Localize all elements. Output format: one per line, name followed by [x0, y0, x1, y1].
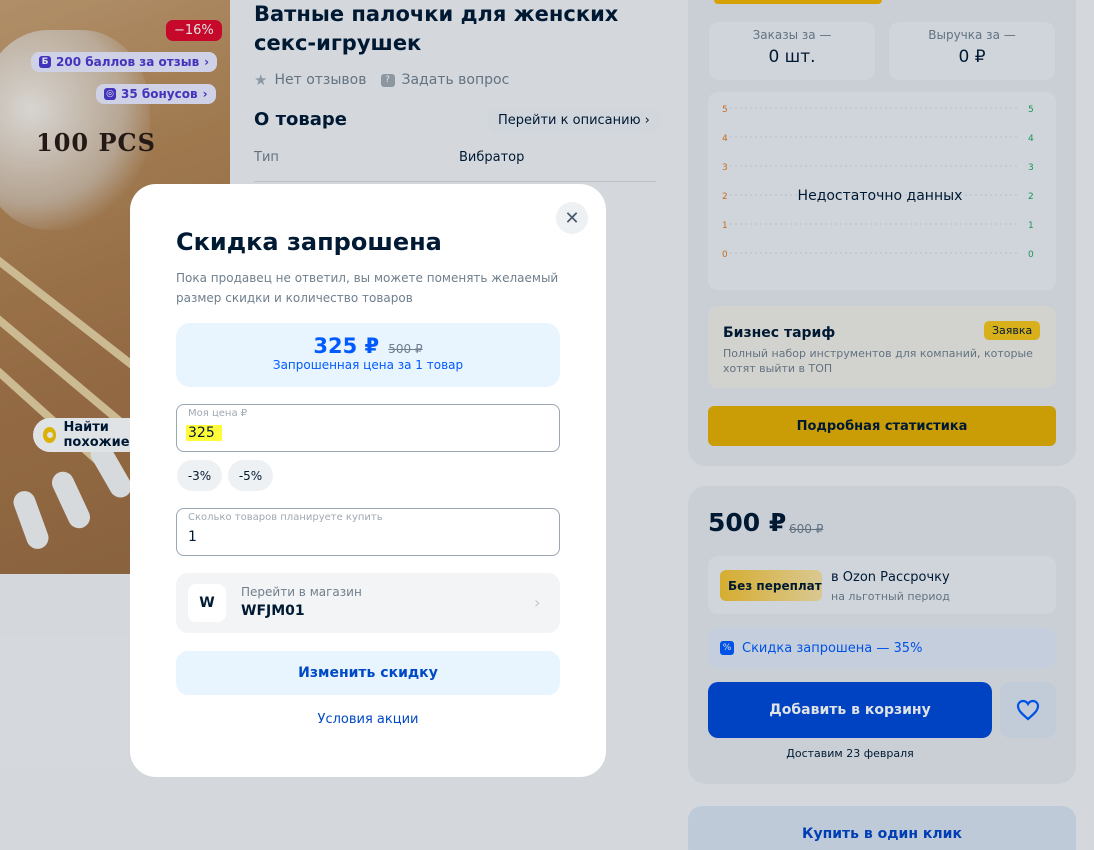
chip-minus-3[interactable]: -3%	[177, 460, 222, 491]
shop-avatar: W	[188, 584, 226, 622]
close-button[interactable]: ✕	[556, 202, 588, 234]
chevron-right-icon: ›	[534, 593, 541, 612]
chip-minus-5[interactable]: -5%	[228, 460, 273, 491]
quantity-label: Сколько товаров планируете купить	[188, 512, 383, 523]
modal-title: Скидка запрошена	[176, 228, 442, 256]
shop-row[interactable]	[176, 573, 560, 633]
original-price: 500 ₽	[388, 342, 423, 356]
my-price-value[interactable]: 325	[186, 425, 222, 441]
requested-price: 325 ₽	[313, 334, 380, 358]
shop-link-label: Перейти в магазин	[241, 585, 362, 599]
price-caption: Запрошенная цена за 1 товар	[272, 358, 464, 372]
requested-price-line: 325 ₽ 500 ₽	[176, 334, 560, 358]
my-price-field[interactable]: Моя цена ₽ 325	[176, 404, 560, 452]
terms-link[interactable]: Условия акции	[176, 712, 560, 727]
quantity-field[interactable]: Сколько товаров планируете купить 1	[176, 508, 560, 556]
close-icon: ✕	[564, 207, 580, 229]
change-discount-button[interactable]: Изменить скидку	[176, 651, 560, 695]
quantity-value[interactable]: 1	[188, 529, 197, 545]
modal-subtitle: Пока продавец не ответил, вы можете поме…	[176, 271, 559, 305]
shop-name: WFJM01	[241, 603, 305, 619]
my-price-label: Моя цена ₽	[188, 408, 248, 419]
